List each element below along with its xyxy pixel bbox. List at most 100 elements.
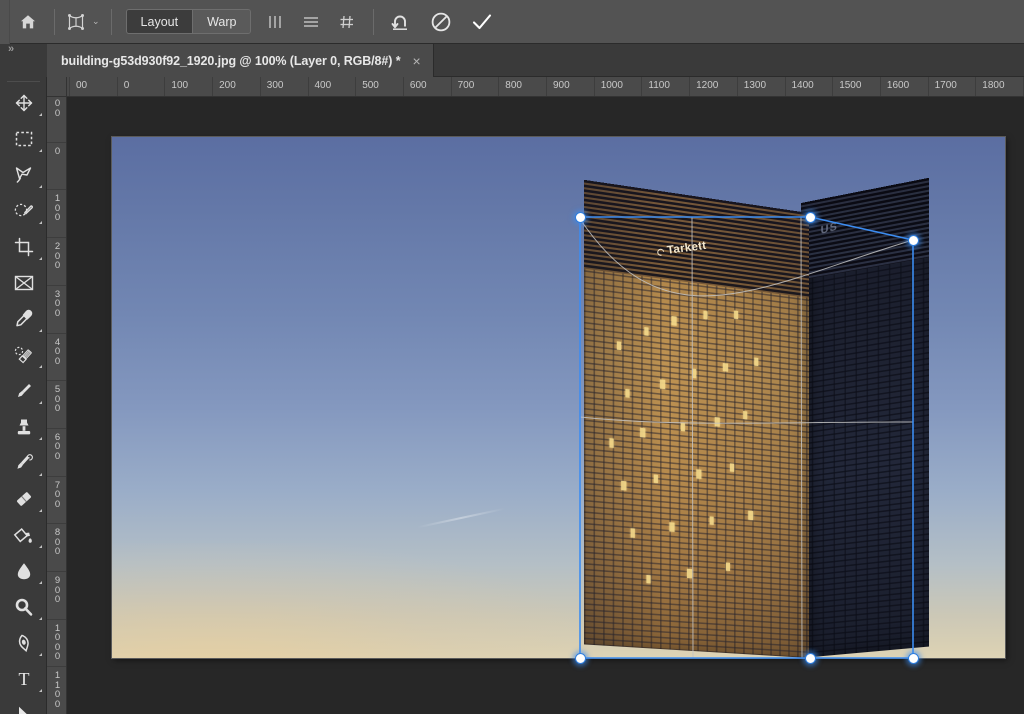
ruler-label: 1500 xyxy=(839,80,861,91)
warp-mesh-icon xyxy=(65,11,87,33)
split-horizontal-icon[interactable] xyxy=(296,7,326,37)
home-icon[interactable] xyxy=(13,7,43,37)
building-photo-subject: US xyxy=(112,137,1005,658)
pen-tool[interactable] xyxy=(0,625,47,661)
blur-tool[interactable] xyxy=(0,553,47,589)
expand-panel-icon[interactable]: » xyxy=(0,40,47,58)
ruler-label: 800 xyxy=(52,528,63,557)
handle-top-right[interactable] xyxy=(908,235,919,246)
dodge-tool[interactable] xyxy=(0,589,47,625)
close-icon[interactable]: × xyxy=(410,54,422,68)
tools-panel: » xyxy=(0,77,47,714)
ruler-label: 1100 xyxy=(52,671,63,709)
ruler-tick xyxy=(594,77,595,97)
document-tab[interactable]: building-g53d930f92_1920.jpg @ 100% (Lay… xyxy=(47,44,434,77)
handle-top-mid[interactable] xyxy=(805,212,816,223)
ruler-label: 1000 xyxy=(601,80,623,91)
ruler-tick xyxy=(451,77,452,97)
ruler-label: 100 xyxy=(52,194,63,223)
ruler-label: 500 xyxy=(52,385,63,414)
handle-bottom-right[interactable] xyxy=(908,653,919,664)
options-bar: ⌄ Layout Warp xyxy=(0,0,1024,44)
handle-bottom-mid[interactable] xyxy=(805,653,816,664)
lasso-tool[interactable] xyxy=(0,157,47,193)
document-canvas[interactable]: US xyxy=(112,137,1005,658)
split-vertical-icon[interactable] xyxy=(260,7,290,37)
ruler-tick xyxy=(403,77,404,97)
ruler-tick xyxy=(785,77,786,97)
ruler-label: 900 xyxy=(52,576,63,605)
ruler-tick xyxy=(47,333,67,334)
building-side-face: US xyxy=(801,177,929,658)
cancel-icon[interactable] xyxy=(426,7,456,37)
ruler-label: 1600 xyxy=(887,80,909,91)
brush-tool[interactable] xyxy=(0,373,47,409)
ruler-tick xyxy=(47,428,67,429)
ruler-label: 200 xyxy=(52,242,63,271)
vertical-ruler[interactable]: 0001002003004005006007008009001000110012 xyxy=(47,97,67,714)
ruler-label: 600 xyxy=(52,433,63,462)
ruler-tick xyxy=(641,77,642,97)
canvas-area[interactable]: US xyxy=(67,97,1024,714)
ruler-tick xyxy=(47,237,67,238)
handle-bottom-left[interactable] xyxy=(575,653,586,664)
ruler-label: 1000 xyxy=(52,624,63,662)
ruler-label: 00 xyxy=(76,80,87,91)
segment-layout[interactable]: Layout xyxy=(127,10,194,33)
ruler-label: 0 xyxy=(124,80,130,91)
document-tab-bar: building-g53d930f92_1920.jpg @ 100% (Lay… xyxy=(0,44,1024,77)
clone-stamp-tool[interactable] xyxy=(0,409,47,445)
ruler-label: 1800 xyxy=(982,80,1004,91)
reset-warp-icon[interactable] xyxy=(385,7,415,37)
ruler-label: 200 xyxy=(219,80,236,91)
ruler-corner[interactable] xyxy=(47,77,67,97)
handle-top-left[interactable] xyxy=(575,212,586,223)
chevron-down-icon: ⌄ xyxy=(92,17,100,26)
ruler-tick xyxy=(164,77,165,97)
path-selection-tool[interactable] xyxy=(0,697,47,714)
divider xyxy=(54,9,55,35)
quick-selection-tool[interactable] xyxy=(0,193,47,229)
svg-text:T: T xyxy=(18,669,29,689)
eraser-tool[interactable] xyxy=(0,481,47,517)
document-tab-title: building-g53d930f92_1920.jpg @ 100% (Lay… xyxy=(61,54,400,68)
warp-mode-segmented-control: Layout Warp xyxy=(126,9,252,34)
tarkett-mark-icon xyxy=(656,248,666,258)
split-crosswise-icon[interactable] xyxy=(332,7,362,37)
ruler-tick xyxy=(832,77,833,97)
horizontal-ruler[interactable]: 0001002003004005006007008009001000110012… xyxy=(67,77,1024,97)
ruler-tick xyxy=(355,77,356,97)
ruler-label: 1400 xyxy=(792,80,814,91)
rectangular-marquee-tool[interactable] xyxy=(0,121,47,157)
ruler-tick xyxy=(47,571,67,572)
options-bar-grip[interactable] xyxy=(0,0,10,44)
ruler-label: 400 xyxy=(315,80,332,91)
ruler-tick xyxy=(117,77,118,97)
ruler-tick xyxy=(546,77,547,97)
ruler-tick xyxy=(880,77,881,97)
ruler-label: 600 xyxy=(410,80,427,91)
move-tool[interactable] xyxy=(0,85,47,121)
eyedropper-tool[interactable] xyxy=(0,301,47,337)
crop-tool[interactable] xyxy=(0,229,47,265)
ruler-tick xyxy=(69,77,70,97)
ruler-tick xyxy=(737,77,738,97)
warp-preset-picker[interactable]: ⌄ xyxy=(65,7,100,37)
type-tool[interactable]: T xyxy=(0,661,47,697)
ruler-label: 300 xyxy=(267,80,284,91)
divider xyxy=(111,9,112,35)
commit-icon[interactable] xyxy=(467,7,497,37)
gradient-tool[interactable] xyxy=(0,517,47,553)
frame-tool[interactable] xyxy=(0,265,47,301)
spot-healing-brush-tool[interactable] xyxy=(0,337,47,373)
ruler-label: 500 xyxy=(362,80,379,91)
segment-warp[interactable]: Warp xyxy=(193,10,250,33)
ruler-tick xyxy=(47,476,67,477)
ruler-tick xyxy=(47,523,67,524)
ruler-label: 700 xyxy=(458,80,475,91)
ruler-tick xyxy=(308,77,309,97)
ruler-label: 1200 xyxy=(696,80,718,91)
history-brush-tool[interactable] xyxy=(0,445,47,481)
ruler-tick xyxy=(47,189,67,190)
photoshop-window: ⌄ Layout Warp xyxy=(0,0,1024,714)
